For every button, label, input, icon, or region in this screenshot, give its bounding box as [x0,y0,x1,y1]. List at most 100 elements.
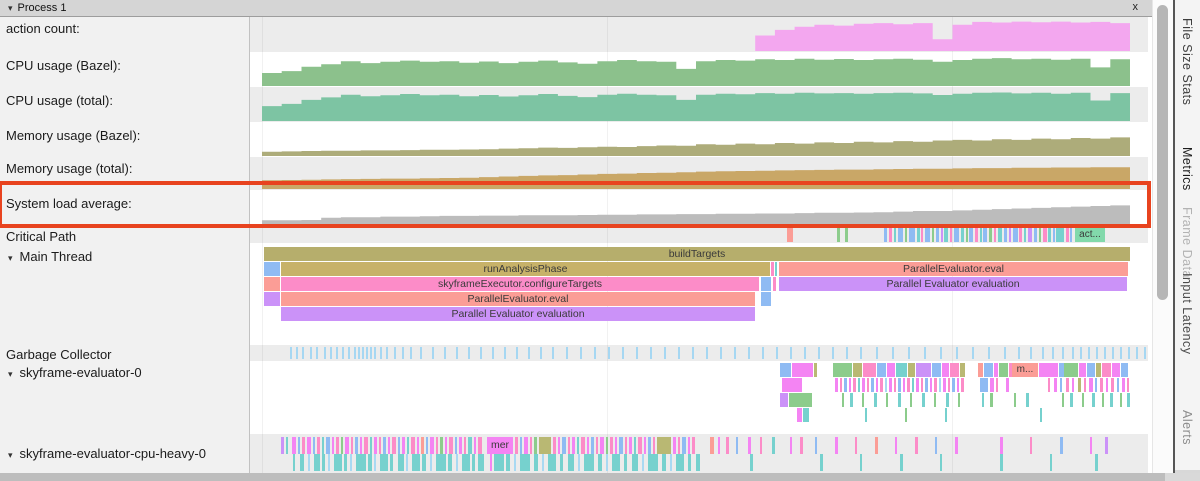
gc-event-tick[interactable] [940,347,942,359]
flame-segment[interactable] [1087,363,1095,377]
flame-segment[interactable] [1066,378,1069,392]
flame-segment[interactable] [1006,378,1009,392]
flame-segment[interactable] [880,378,883,392]
flame-segment[interactable] [293,454,295,471]
flame-segment[interactable] [1028,228,1032,242]
flame-segment[interactable] [326,437,330,454]
flame-segment[interactable] [884,228,887,242]
flame-segment[interactable] [1004,228,1007,242]
gc-event-tick[interactable] [1096,347,1098,359]
flame-segment[interactable] [1066,228,1069,242]
flame-segment[interactable] [1121,363,1128,377]
flame-segment[interactable] [1106,378,1108,392]
gc-event-tick[interactable] [594,347,596,359]
flame-segment[interactable] [939,378,941,392]
flame-segment[interactable] [520,454,530,471]
collapse-triangle-icon[interactable]: ▾ [8,4,13,13]
flame-segment[interactable] [281,437,284,454]
flame-segment[interactable] [1043,228,1047,242]
flame-segment[interactable] [577,437,579,454]
flame-segment[interactable] [1078,378,1081,392]
flame-segment[interactable] [345,437,349,454]
flame-segment[interactable] [562,437,566,454]
flame-segment[interactable] [966,228,968,242]
flame-segment[interactable] [606,454,608,471]
flame-segment[interactable] [862,393,864,407]
gc-event-tick[interactable] [358,347,360,359]
flame-segment[interactable] [941,228,943,242]
gc-event-tick[interactable] [988,347,990,359]
gc-event-tick[interactable] [622,347,624,359]
flame-segment[interactable] [456,454,458,471]
flame-segment[interactable] [1122,378,1125,392]
gc-event-tick[interactable] [636,347,638,359]
flame-segment[interactable] [292,437,296,454]
flame-segment[interactable] [390,454,393,471]
flame-segment[interactable] [790,437,792,454]
flame-segment-labeled[interactable]: mer [487,437,513,454]
flame-segment[interactable] [853,378,856,392]
flame-segment[interactable] [1111,378,1114,392]
flame-segment[interactable] [534,437,537,454]
flame-segment[interactable] [350,454,352,471]
flame-segment[interactable] [1100,378,1103,392]
flame-segment[interactable] [925,228,930,242]
gc-event-tick[interactable] [1144,347,1146,359]
flame-segment[interactable] [1040,408,1042,422]
flame-segment[interactable] [934,378,937,392]
gc-event-tick[interactable] [302,347,304,359]
flame-segment[interactable] [921,378,923,392]
flame-segment[interactable] [314,454,320,471]
flame-segment[interactable] [792,363,813,377]
gc-event-tick[interactable] [394,347,396,359]
flame-segment[interactable] [1054,378,1057,392]
flame-segment[interactable] [383,437,386,454]
flame-segment[interactable] [625,437,627,454]
flame-segment[interactable] [334,454,342,471]
gc-event-tick[interactable] [374,347,376,359]
flame-segment[interactable] [1070,228,1072,242]
gc-event-tick[interactable] [540,347,542,359]
cpu-total-track[interactable] [250,87,1148,122]
gc-event-tick[interactable] [354,347,356,359]
sidebar-tab-frame-data[interactable]: Frame Data [1180,207,1194,278]
flame-segment[interactable] [885,378,887,392]
flame-segment[interactable] [999,363,1008,377]
gc-event-tick[interactable] [330,347,332,359]
flame-segment[interactable] [1019,228,1022,242]
flame-segment[interactable] [406,454,408,471]
flame-segment[interactable] [332,437,334,454]
collapse-triangle-icon[interactable]: ▾ [8,369,13,379]
flame-segment[interactable] [860,454,862,471]
gc-event-tick[interactable] [678,347,680,359]
flame-segment[interactable] [1079,363,1086,377]
flame-segment[interactable] [761,277,771,291]
flame-segment[interactable] [1096,363,1101,377]
flame-segment[interactable] [771,262,774,276]
gc-event-tick[interactable] [1112,347,1114,359]
flame-segment[interactable] [598,454,602,471]
flame-segment[interactable] [945,408,947,422]
flame-segment[interactable] [1009,228,1011,242]
flame-segment[interactable] [782,378,802,392]
gc-event-tick[interactable] [362,347,364,359]
flame-segment[interactable] [1092,393,1095,407]
flame-segment[interactable] [867,378,869,392]
gc-event-tick[interactable] [924,347,926,359]
flame-segment[interactable] [464,437,466,454]
flame-segment[interactable] [1072,378,1074,392]
flame-segment[interactable] [895,437,897,454]
main-thread-track[interactable]: buildTargetsrunAnalysisPhaseParallelEval… [250,243,1148,345]
flame-segment[interactable] [1014,393,1016,407]
flame-segment[interactable] [380,454,388,471]
gc-event-tick[interactable] [566,347,568,359]
flame-segment[interactable] [815,437,817,454]
flame-segment[interactable] [374,437,377,454]
flame-segment[interactable] [553,437,556,454]
gc-event-tick[interactable] [316,347,318,359]
flame-segment[interactable] [957,378,959,392]
flame-segment-labeled[interactable]: runAnalysisPhase [281,262,770,276]
flame-segment[interactable] [430,454,432,471]
gc-event-tick[interactable] [370,347,372,359]
gc-event-tick[interactable] [664,347,666,359]
